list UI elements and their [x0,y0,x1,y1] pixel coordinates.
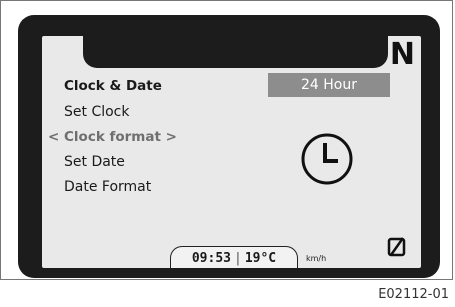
empty-set-icon [387,237,406,257]
menu-title: Clock & Date [64,78,162,94]
figure-caption: E02112-01 [378,287,449,302]
clock-time: 09:53 [191,251,231,266]
clock-format-value[interactable]: 24 Hour [268,73,390,97]
time-temperature-readout: 09:53 | 19°C [170,246,298,268]
menu-item-set-date[interactable]: Set Date [64,154,125,170]
menu-item-set-clock[interactable]: Set Clock [64,104,129,120]
clock-icon [301,133,353,185]
ambient-temperature: 19°C [244,251,277,266]
gear-indicator: N [389,37,415,72]
top-status-bar [83,36,388,68]
menu-item-clock-format[interactable]: < Clock format > [48,129,177,145]
display-screen: N Clock & Date Set Clock < Clock format … [42,36,421,268]
menu-item-date-format[interactable]: Date Format [64,179,151,195]
speed-unit: km/h [306,254,327,263]
status-separator: | [234,251,242,266]
figure-frame: N Clock & Date Set Clock < Clock format … [0,0,453,280]
